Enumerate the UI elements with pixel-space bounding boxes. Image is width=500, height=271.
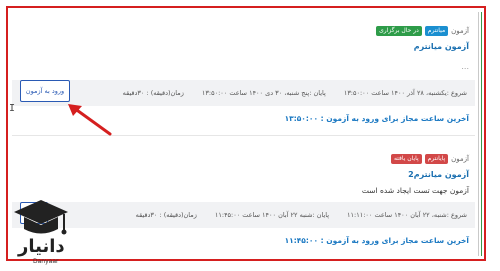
exam-duration: زمان(دقیقه) : ۳۰دقیقه xyxy=(135,211,197,219)
exam-start: شروع :شنبه، ۲۲ آبان ۱۴۰۰ ساعت ۱۱:۱۱:۰۰ xyxy=(347,211,467,219)
exam-type-label: آزمون xyxy=(451,155,469,163)
exam-title[interactable]: آزمون میانترم2 xyxy=(408,170,469,179)
status-line xyxy=(481,12,482,256)
brand-subtitle: Danyaar xyxy=(33,258,59,265)
exam-description: آزمون جهت تست ایجاد شده است xyxy=(361,186,469,195)
exam-description: ... xyxy=(461,62,469,71)
exam-type-label: آزمون xyxy=(451,27,469,35)
status-badge: در حال برگزاری xyxy=(376,26,422,36)
exam-deadline: آخرین ساعت مجاز برای ورود به آزمون : ۱۳:… xyxy=(284,114,469,123)
exam-end: پایان :پنج شنبه، ۳۰ دی ۱۴۰۰ ساعت ۱۳:۵۰:۰… xyxy=(201,89,326,97)
brand-name: دانیار xyxy=(18,236,65,257)
exam-card: آزمون پایانترم پایان یافته آزمون میانترم… xyxy=(12,150,475,254)
exam-duration: زمان(دقیقه) : ۳۰دقیقه xyxy=(122,89,184,97)
exam-category-badge: پایانترم xyxy=(424,154,449,164)
exam-header: آزمون میانترم در حال برگزاری xyxy=(18,26,469,36)
annotation-arrow-icon xyxy=(68,104,112,136)
divider xyxy=(478,12,479,256)
text-cursor-icon: I xyxy=(9,103,16,114)
exam-title[interactable]: آزمون میانترم xyxy=(414,42,469,51)
exam-end: پایان :شنبه ۲۲ آبان ۱۴۰۰ ساعت ۱۱:۴۵:۰۰ xyxy=(214,211,330,219)
exam-deadline: آخرین ساعت مجاز برای ورود به آزمون : ۱۱:… xyxy=(284,236,469,245)
exam-header: آزمون پایانترم پایان یافته xyxy=(18,154,469,164)
exam-category-badge: میانترم xyxy=(424,26,449,36)
enter-exam-button[interactable]: ورود به آزمون xyxy=(20,80,70,102)
exam-info-bar: شروع :شنبه، ۲۲ آبان ۱۴۰۰ ساعت ۱۱:۱۱:۰۰ پ… xyxy=(12,202,475,228)
exam-start: شروع :یکشنبه، ۲۸ آذر ۱۴۰۰ ساعت ۱۳:۵۰:۰۰ xyxy=(343,89,467,97)
status-badge: پایان یافته xyxy=(390,154,422,164)
